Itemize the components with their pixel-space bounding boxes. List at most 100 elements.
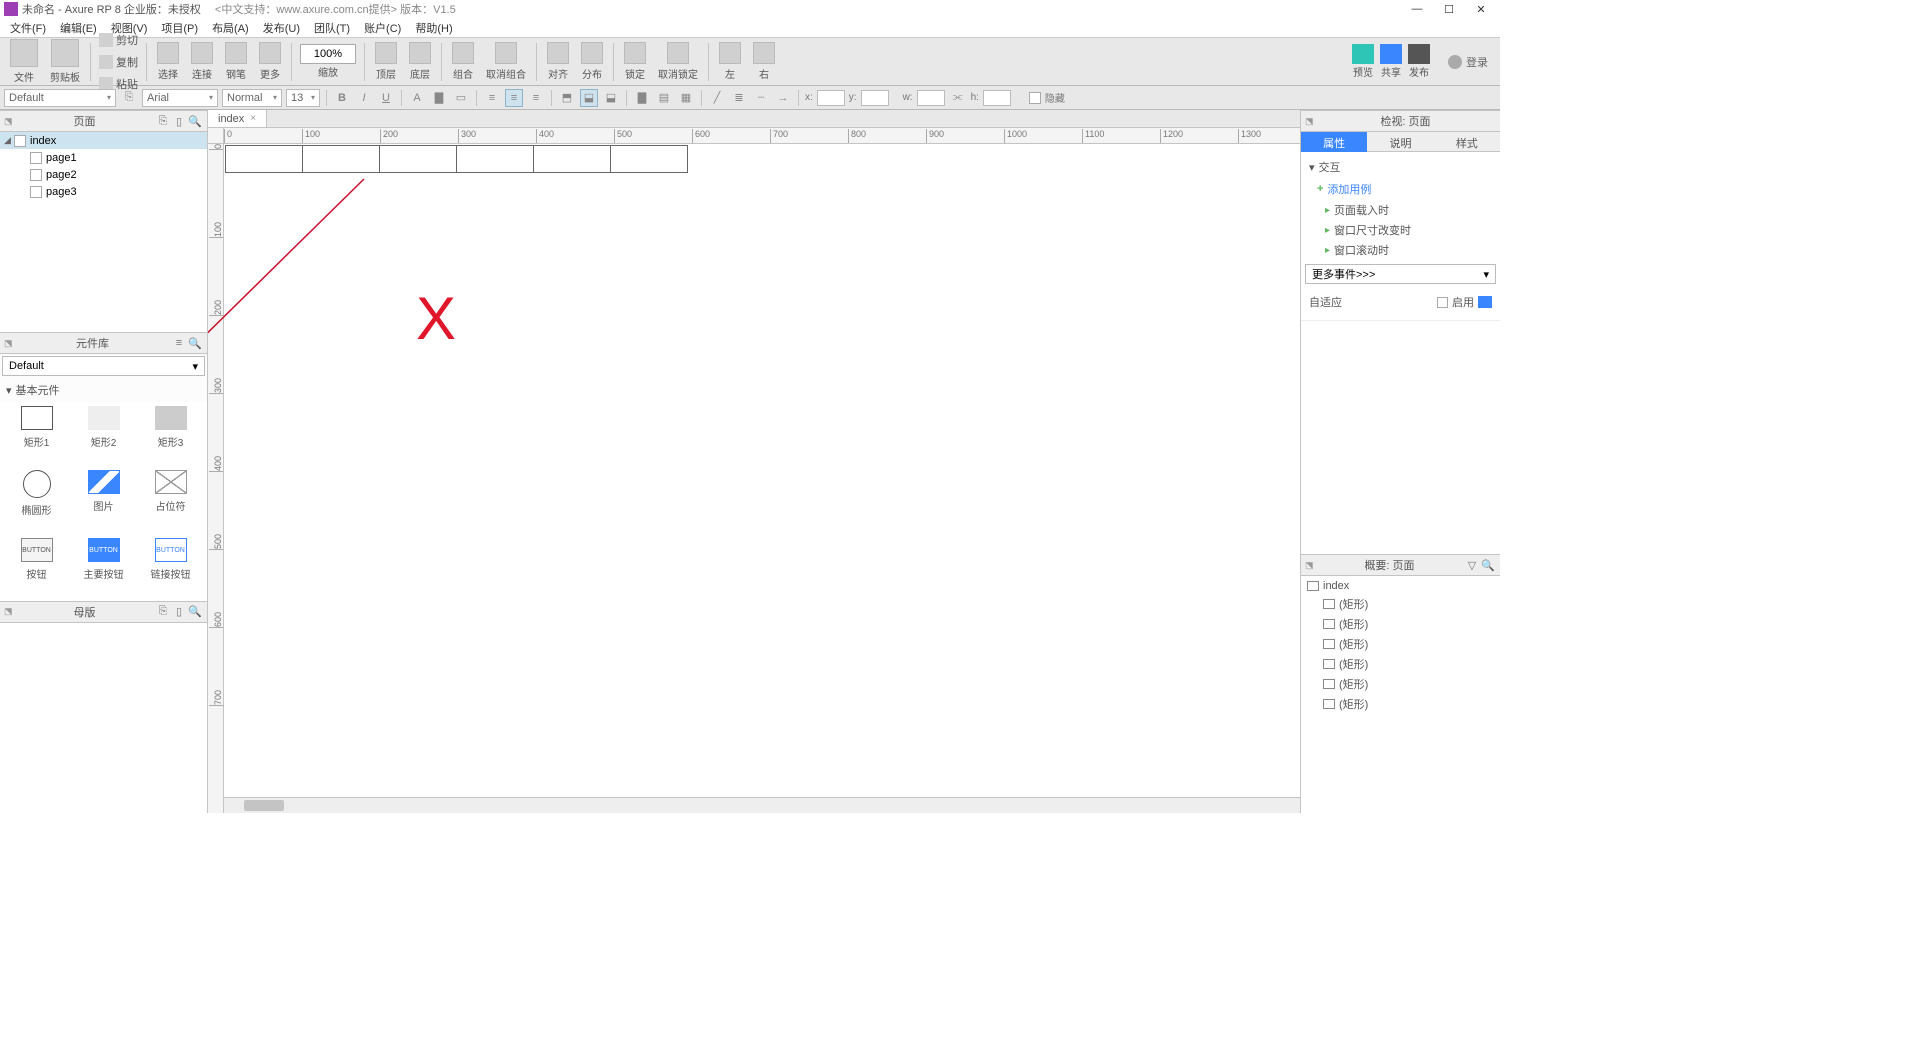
widget-button-primary[interactable]: BUTTON主要按钮	[71, 538, 136, 596]
search-outline-icon[interactable]: 🔍	[1480, 558, 1496, 572]
page-item-2[interactable]: page2	[0, 166, 207, 183]
w-input[interactable]	[917, 90, 945, 106]
library-select[interactable]: Default▾	[2, 356, 205, 376]
weight-select[interactable]: Normal▾	[222, 89, 282, 107]
valign-top-button[interactable]: ⬒	[558, 89, 576, 107]
widget-image[interactable]: 图片	[71, 470, 136, 532]
linestyle-button[interactable]: ┄	[752, 89, 770, 107]
pin-icon[interactable]: ⬔	[1305, 560, 1315, 571]
add-case-button[interactable]: +添加用例	[1301, 178, 1500, 200]
size-select[interactable]: 13▾	[286, 89, 320, 107]
tb-more[interactable]: 更多	[253, 42, 287, 81]
tb-connect[interactable]: 连接	[185, 42, 219, 81]
ruler-horizontal[interactable]: 0100200300400500600700800900100011001200…	[224, 128, 1300, 144]
hidden-checkbox[interactable]	[1029, 92, 1041, 104]
h-scrollbar[interactable]	[224, 797, 1300, 813]
tb-select[interactable]: 选择	[151, 42, 185, 81]
adaptive-settings-icon[interactable]	[1478, 296, 1492, 308]
shadow-button[interactable]: ▦	[677, 89, 695, 107]
menu-account[interactable]: 账户(C)	[358, 18, 407, 38]
tb-pen[interactable]: 钢笔	[219, 42, 253, 81]
tb-clipboard[interactable]: 剪贴板	[44, 39, 86, 84]
login-button[interactable]: 登录	[1436, 54, 1488, 70]
search-library-icon[interactable]: 🔍	[187, 336, 203, 350]
page-item-index[interactable]: ◢index	[0, 132, 207, 149]
table-cell[interactable]	[456, 145, 534, 173]
outline-item[interactable]: (矩形)	[1301, 654, 1500, 674]
page-item-1[interactable]: page1	[0, 149, 207, 166]
italic-button[interactable]: I	[355, 89, 373, 107]
menu-layout[interactable]: 布局(A)	[206, 18, 255, 38]
menu-team[interactable]: 团队(T)	[308, 18, 356, 38]
canvas-content[interactable]: X	[224, 144, 1300, 797]
tab-style[interactable]: 样式	[1434, 132, 1500, 152]
tb-group[interactable]: 组合	[446, 42, 480, 81]
tb-right[interactable]: 右	[747, 42, 781, 81]
tb-left[interactable]: 左	[713, 42, 747, 81]
canvas-red-line[interactable]	[208, 144, 564, 544]
close-button[interactable]: ✕	[1474, 2, 1488, 16]
page-item-3[interactable]: page3	[0, 183, 207, 200]
outline-filter-icon[interactable]: ▽	[1464, 558, 1480, 572]
outline-item[interactable]: (矩形)	[1301, 694, 1500, 714]
ruler-vertical[interactable]: 0100200300400500600700	[208, 144, 224, 813]
widget-rect3[interactable]: 矩形3	[138, 406, 203, 464]
menu-file[interactable]: 文件(F)	[4, 18, 52, 38]
pin-icon[interactable]: ⬔	[4, 116, 14, 127]
tb-copy[interactable]: 复制	[95, 52, 142, 72]
canvas[interactable]: 0100200300400500600700800900100011001200…	[208, 128, 1300, 813]
gradient-button[interactable]: ▤	[655, 89, 673, 107]
add-folder-icon[interactable]: ▯	[171, 114, 187, 128]
tb-unlock[interactable]: 取消锁定	[652, 42, 704, 81]
search-masters-icon[interactable]: 🔍	[187, 605, 203, 619]
fill-button[interactable]: ▇	[633, 89, 651, 107]
widget-rect2[interactable]: 矩形2	[71, 406, 136, 464]
library-category[interactable]: ▾基本元件	[0, 378, 207, 402]
adaptive-checkbox[interactable]	[1437, 297, 1448, 308]
add-master-icon[interactable]: ⎘	[155, 605, 171, 619]
table-cell[interactable]	[379, 145, 457, 173]
tb-ungroup[interactable]: 取消组合	[480, 42, 532, 81]
tb-top[interactable]: 顶层	[369, 42, 403, 81]
linewidth-button[interactable]: ≣	[730, 89, 748, 107]
maximize-button[interactable]: ☐	[1442, 2, 1456, 16]
close-tab-icon[interactable]: ×	[250, 113, 256, 124]
tb-lock[interactable]: 锁定	[618, 42, 652, 81]
library-menu-icon[interactable]: ≡	[171, 336, 187, 350]
style-copy-icon[interactable]: ⎘	[120, 89, 138, 107]
outline-item[interactable]: (矩形)	[1301, 594, 1500, 614]
text-color-button[interactable]: A	[408, 89, 426, 107]
bold-button[interactable]: B	[333, 89, 351, 107]
tb-align[interactable]: 对齐	[541, 42, 575, 81]
border-color-button[interactable]: ▭	[452, 89, 470, 107]
menu-help[interactable]: 帮助(H)	[409, 18, 458, 38]
search-pages-icon[interactable]: 🔍	[187, 114, 203, 128]
valign-bottom-button[interactable]: ⬓	[602, 89, 620, 107]
more-events-select[interactable]: 更多事件>>>▾	[1305, 264, 1496, 284]
pin-icon[interactable]: ⬔	[1305, 116, 1315, 127]
widget-ellipse[interactable]: 椭圆形	[4, 470, 69, 532]
event-onresize[interactable]: ▸窗口尺寸改变时	[1301, 220, 1500, 240]
interactions-section[interactable]: ▾交互	[1301, 156, 1500, 178]
font-select[interactable]: Arial▾	[142, 89, 218, 107]
preview-button[interactable]: 预览	[1352, 44, 1374, 79]
widget-button[interactable]: BUTTON按钮	[4, 538, 69, 596]
tb-file[interactable]: 文件	[4, 39, 44, 84]
bg-color-button[interactable]: ▇	[430, 89, 448, 107]
table-cell[interactable]	[533, 145, 611, 173]
y-input[interactable]	[861, 90, 889, 106]
event-onscroll[interactable]: ▸窗口滚动时	[1301, 240, 1500, 260]
widget-rect1[interactable]: 矩形1	[4, 406, 69, 464]
zoom-input[interactable]	[300, 44, 356, 64]
menu-publish[interactable]: 发布(U)	[257, 18, 306, 38]
pin-icon[interactable]: ⬔	[4, 338, 14, 349]
add-page-icon[interactable]: ⎘	[155, 114, 171, 128]
align-center-button[interactable]: ≡	[505, 89, 523, 107]
tb-cut[interactable]: 剪切	[95, 30, 142, 50]
event-onload[interactable]: ▸页面载入时	[1301, 200, 1500, 220]
style-select[interactable]: Default▾	[4, 89, 116, 107]
publish-button[interactable]: 发布	[1408, 44, 1430, 79]
widget-button-link[interactable]: BUTTON链接按钮	[138, 538, 203, 596]
canvas-tab-index[interactable]: index×	[208, 110, 267, 127]
tb-bottom[interactable]: 底层	[403, 42, 437, 81]
